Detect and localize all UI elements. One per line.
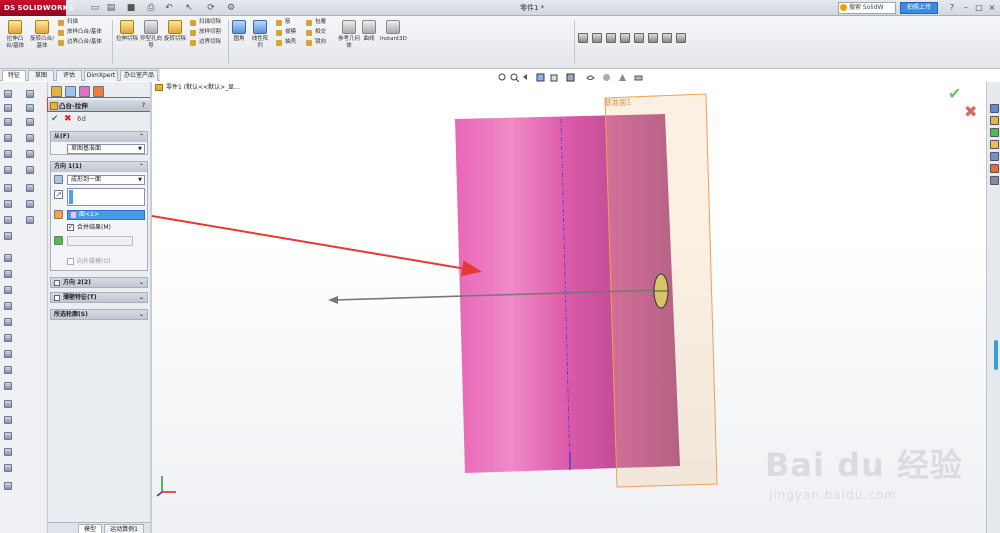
arrow-head-icon (328, 296, 338, 304)
plane-label: 基准面1 (604, 98, 632, 107)
custom-properties-icon[interactable] (990, 176, 999, 185)
search-results-icon[interactable] (990, 140, 999, 149)
view-palette-icon[interactable] (990, 152, 999, 161)
annotation-arrow (151, 215, 482, 277)
design-library-icon[interactable] (990, 116, 999, 125)
confirm-corner-cancel[interactable]: ✖ (964, 102, 977, 121)
confirm-corner-ok[interactable]: ✔ (948, 84, 961, 103)
resources-icon[interactable] (990, 104, 999, 113)
scrollbar[interactable] (994, 340, 998, 370)
appearances-icon[interactable] (990, 164, 999, 173)
baidu-watermark: Bai du 经验 jingyan.baidu.com (765, 446, 963, 502)
coordinate-triad (156, 476, 176, 497)
file-explorer-icon[interactable] (990, 128, 999, 137)
